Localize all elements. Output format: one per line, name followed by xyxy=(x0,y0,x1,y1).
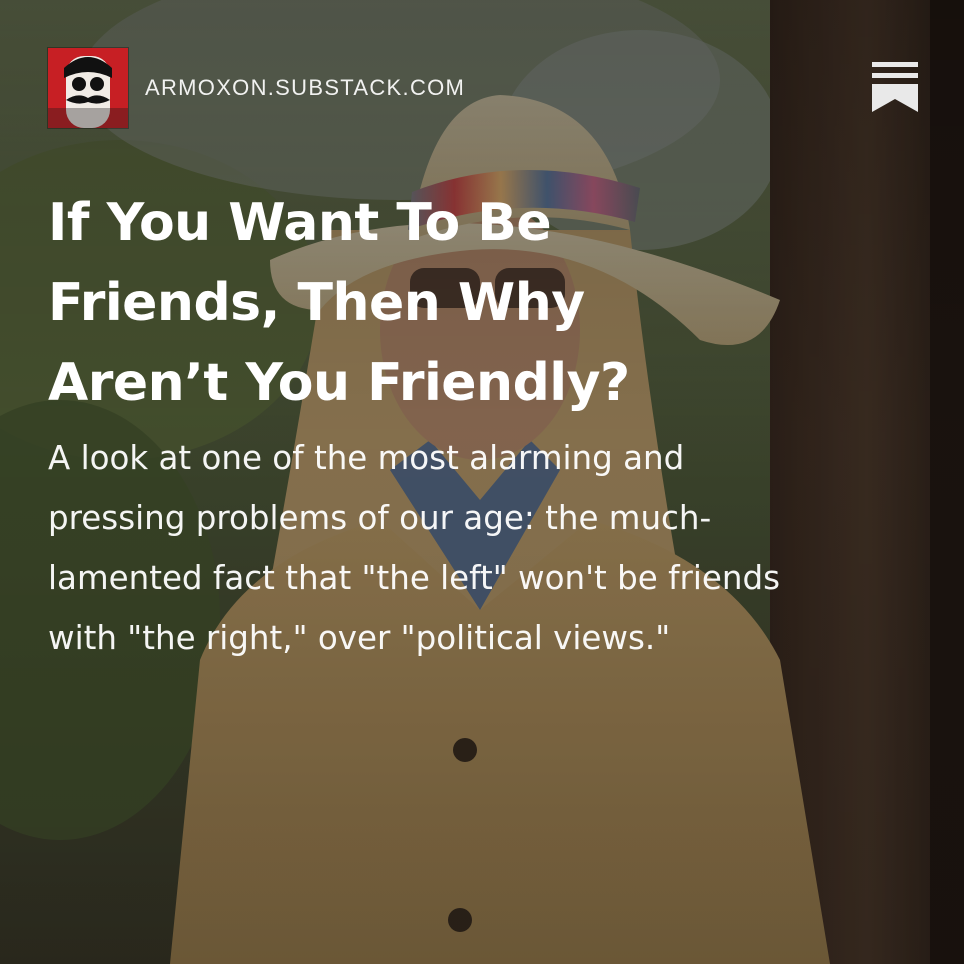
publication-header[interactable]: ARMOXON.SUBSTACK.COM xyxy=(48,48,465,128)
publication-domain[interactable]: ARMOXON.SUBSTACK.COM xyxy=(145,75,465,101)
post-title[interactable]: If You Want To Be Friends, Then Why Aren… xyxy=(48,183,768,423)
bookmark-icon[interactable] xyxy=(872,62,918,112)
post-subtitle: A look at one of the most alarming and p… xyxy=(48,439,781,657)
post-share-card: ARMOXON.SUBSTACK.COM If You Want To Be F… xyxy=(0,0,964,964)
publication-avatar-icon[interactable] xyxy=(48,48,128,128)
